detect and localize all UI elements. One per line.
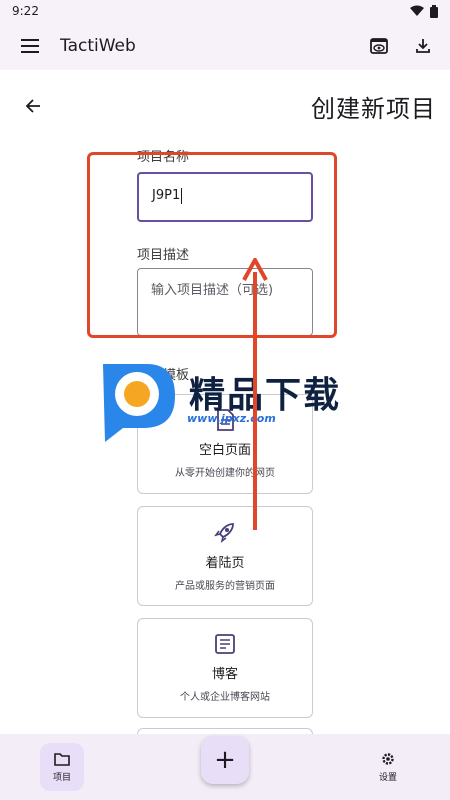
app-actions [364, 31, 438, 61]
preview-icon [370, 38, 388, 54]
page-title: 创建新项目 [311, 94, 436, 123]
project-description-input[interactable]: 输入项目描述（可选) [137, 268, 313, 336]
app-bar: TactiWeb [0, 22, 450, 70]
arrow-back-icon [25, 99, 40, 113]
bottom-nav: 项目 + 设置 [0, 734, 450, 800]
text-cursor [181, 187, 183, 204]
gear-icon [382, 752, 394, 765]
page-header: 创建新项目 [0, 82, 450, 130]
download-icon [416, 39, 430, 53]
template-desc: 个人或企业博客网站 [180, 692, 270, 703]
preview-button[interactable] [364, 31, 394, 61]
project-description-placeholder: 输入项目描述（可选) [151, 283, 274, 298]
plus-icon: + [214, 745, 236, 775]
status-time: 9:22 [12, 4, 39, 18]
rocket-icon [214, 523, 234, 543]
template-card-landing[interactable]: 着陆页 产品或服务的营销页面 [137, 506, 313, 606]
nav-settings-label: 设置 [378, 772, 397, 783]
project-name-label: 项目名称 [137, 150, 190, 165]
watermark-text: 精品下载 [189, 375, 342, 416]
app-title: TactiWeb [60, 36, 136, 56]
menu-button[interactable] [12, 28, 48, 64]
download-button[interactable] [408, 31, 438, 61]
folder-icon [54, 752, 70, 766]
menu-icon [21, 39, 39, 53]
watermark: 精品下载 www.jpxz.com [97, 356, 357, 446]
nav-projects-label: 项目 [52, 772, 71, 783]
project-description-label: 项目描述 [137, 248, 190, 263]
template-card-blog[interactable]: 博客 个人或企业博客网站 [137, 618, 313, 718]
article-icon [215, 634, 235, 654]
back-button[interactable] [18, 91, 48, 121]
nav-projects[interactable]: 项目 [40, 743, 84, 791]
template-desc: 产品或服务的营销页面 [175, 581, 275, 592]
template-desc: 从零开始创建你的网页 [175, 468, 275, 479]
wifi-icon [410, 5, 424, 16]
status-bar: 9:22 [0, 0, 450, 22]
watermark-logo [103, 364, 175, 442]
project-name-input[interactable]: J9P1 [137, 172, 313, 222]
nav-settings[interactable]: 设置 [366, 743, 410, 791]
status-icons [410, 4, 438, 18]
project-name-value: J9P1 [152, 188, 181, 203]
watermark-url: www.jpxz.com [187, 412, 276, 425]
add-project-button[interactable]: + [201, 736, 249, 784]
battery-icon [430, 4, 438, 18]
template-name: 博客 [211, 667, 238, 682]
template-name: 着陆页 [205, 556, 245, 571]
